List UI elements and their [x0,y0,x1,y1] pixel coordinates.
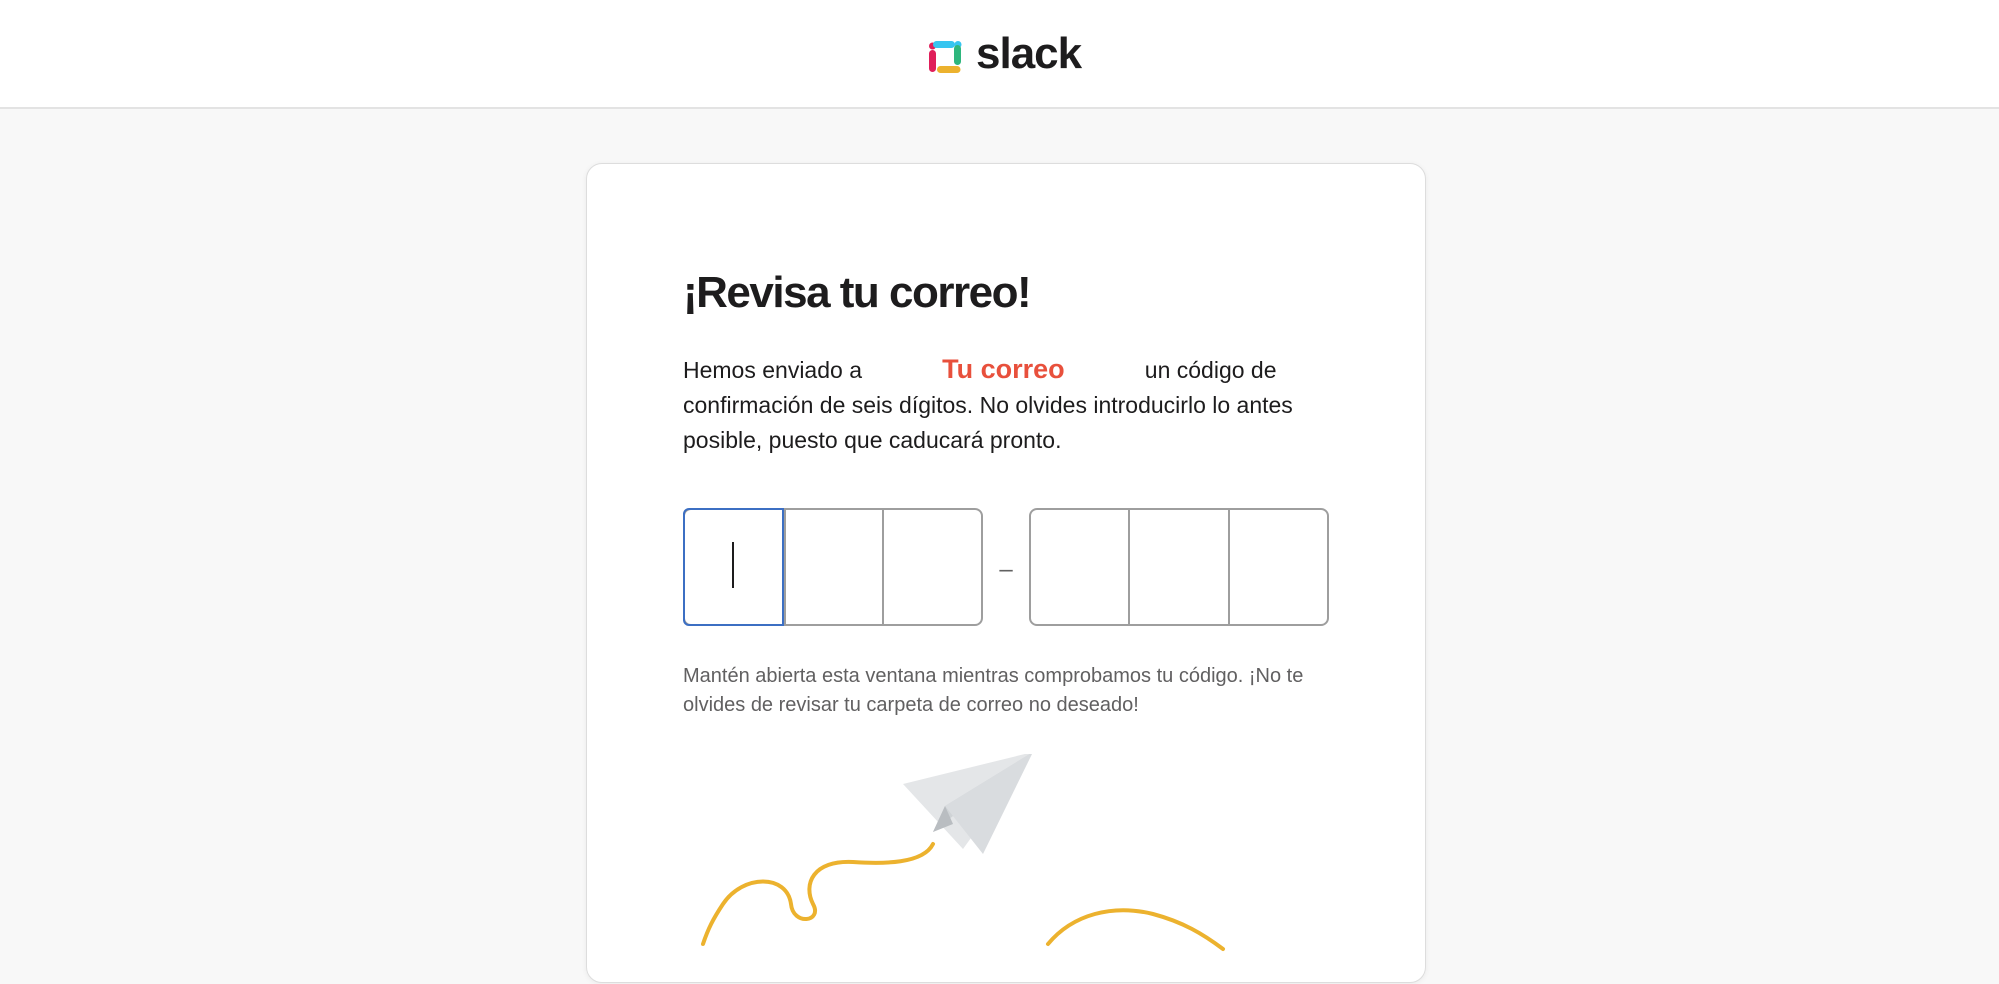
confirmation-card: ¡Revisa tu correo! Hemos enviado a Tu co… [586,163,1426,983]
paper-plane-icon [701,754,1225,951]
email-address: Tu correo [942,354,1065,384]
brand-name: slack [976,29,1082,78]
code-digit-5[interactable] [1128,510,1227,624]
code-group-second [1029,508,1329,626]
description: Hemos enviado a Tu correo un código de c… [683,352,1343,458]
page-title: ¡Revisa tu correo! [683,268,1032,317]
description-before: Hemos enviado a [683,357,862,383]
code-digit-4[interactable] [1031,510,1128,624]
code-digit-2[interactable] [783,510,883,624]
code-digit-3[interactable] [882,510,981,624]
helper-note: Mantén abierta esta ventana mientras com… [683,665,1304,716]
top-bar: slack [0,0,1999,109]
code-digit-6[interactable] [1227,510,1327,624]
code-digit-1[interactable] [683,508,784,626]
slack-logo-icon [929,41,962,73]
code-separator: – [999,556,1013,583]
text-caret [732,542,735,588]
slack-logo[interactable]: slack [923,29,1082,80]
code-group-first [683,508,983,626]
